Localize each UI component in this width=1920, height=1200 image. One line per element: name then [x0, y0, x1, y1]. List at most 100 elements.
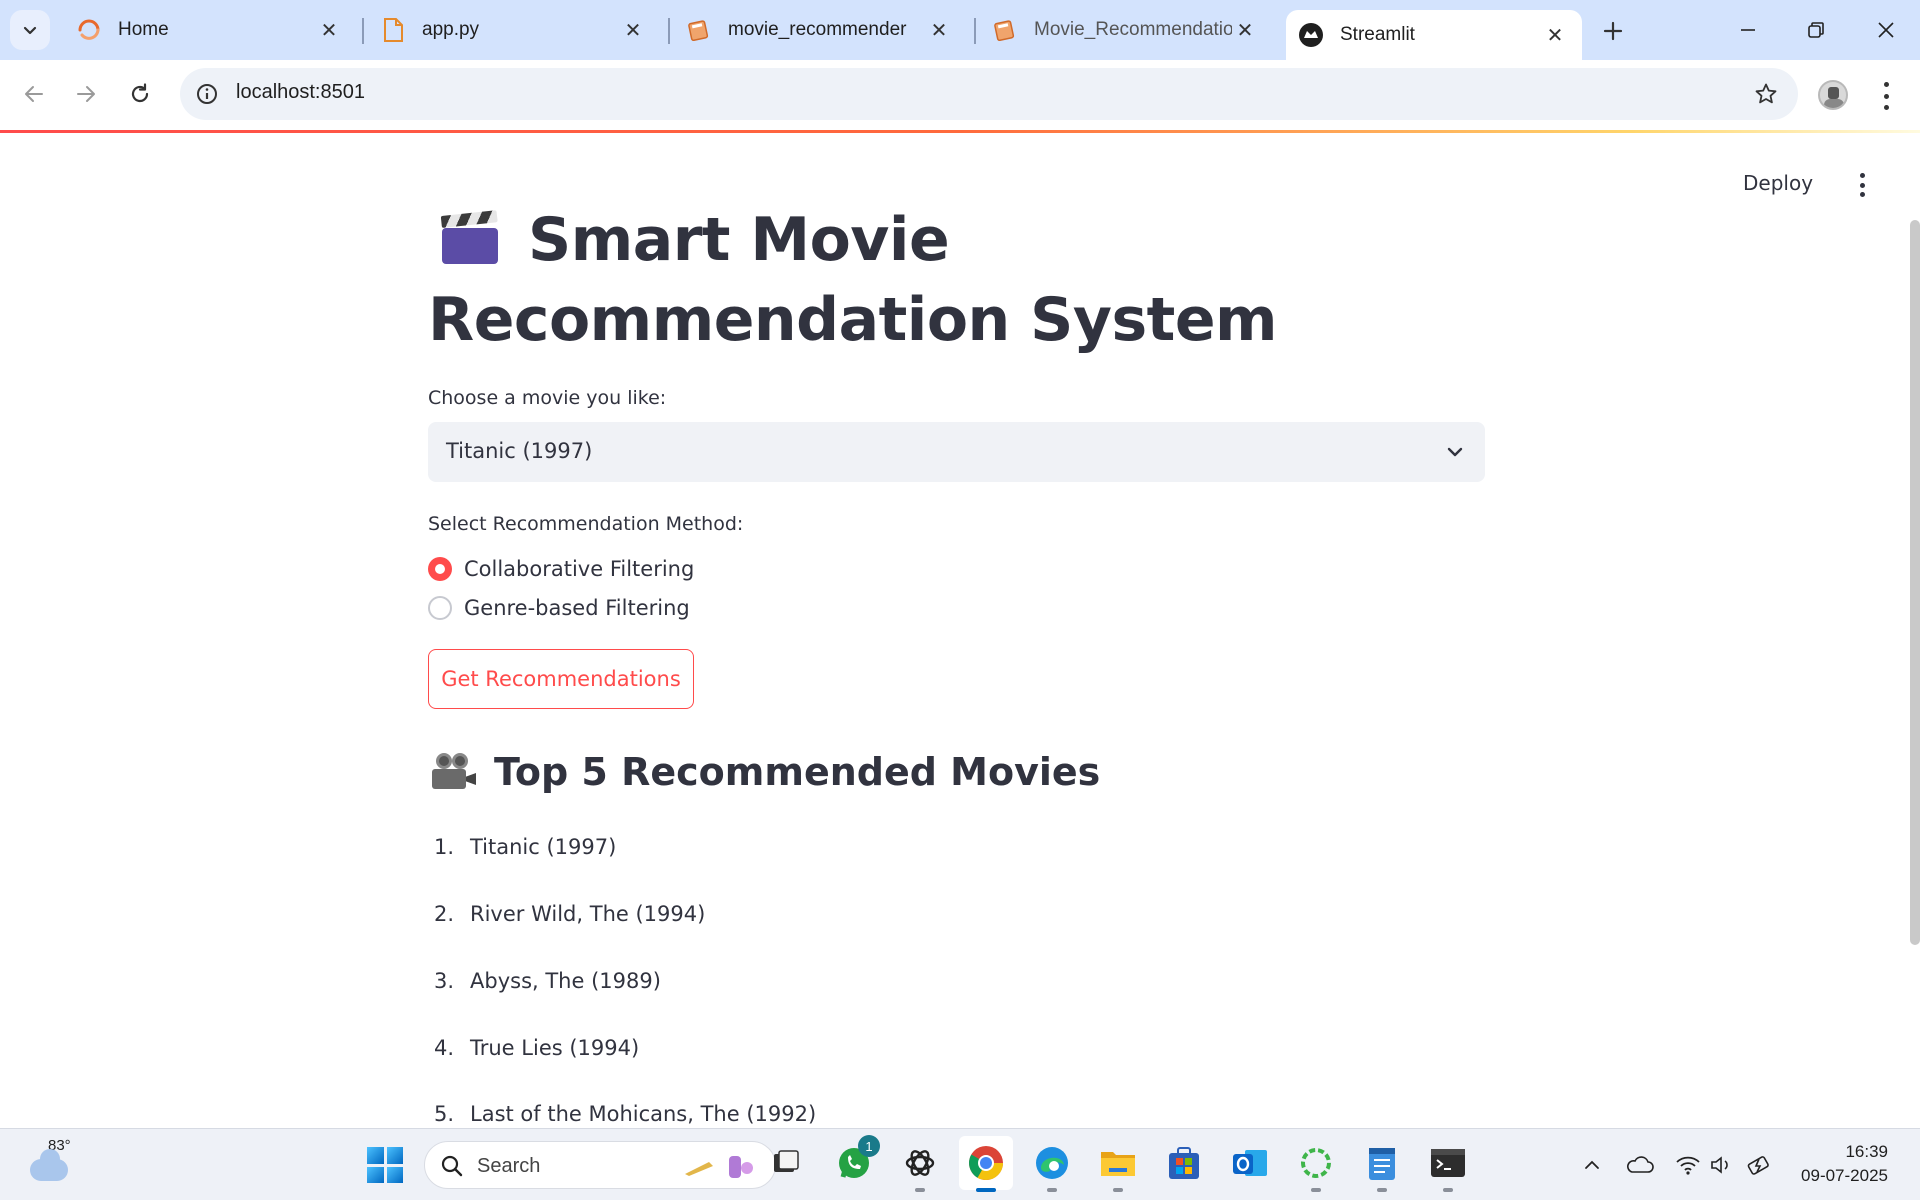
windows-logo-pane [367, 1147, 384, 1164]
list-item: 4. True Lies (1994) [434, 1036, 639, 1060]
system-clock[interactable]: 16:39 09-07-2025 [1786, 1140, 1888, 1188]
list-item-title: Last of the Mohicans, The (1992) [470, 1102, 817, 1126]
running-indicator [1377, 1188, 1387, 1192]
restore-button[interactable] [1794, 8, 1838, 52]
task-view-icon[interactable] [766, 1143, 806, 1183]
list-item-title: River Wild, The (1994) [470, 902, 706, 926]
tab-title: Movie_Recommendation_ [1034, 19, 1232, 40]
outlook-icon[interactable] [1230, 1143, 1270, 1183]
bookmark-star-icon[interactable] [1752, 80, 1780, 108]
profile-avatar[interactable] [1818, 80, 1848, 110]
movie-select[interactable]: Titanic (1997) [428, 422, 1485, 482]
address-bar[interactable]: localhost:8501 [180, 68, 1798, 120]
chevron-down-icon [1443, 440, 1467, 464]
browser-toolbar: localhost:8501 [0, 60, 1920, 130]
film-projector-icon [432, 753, 478, 791]
forward-button[interactable] [66, 74, 106, 114]
list-item: 5. Last of the Mohicans, The (1992) [434, 1102, 816, 1126]
volume-icon[interactable] [1708, 1151, 1736, 1179]
file-explorer-icon[interactable] [1098, 1143, 1138, 1192]
list-item-title: Abyss, The (1989) [470, 969, 661, 993]
close-icon[interactable]: ✕ [926, 17, 952, 43]
page-title-text: Smart Movie Recommendation System [428, 205, 1278, 355]
clapper-board-icon [440, 210, 500, 266]
terminal-icon[interactable] [1428, 1143, 1468, 1192]
tab-streamlit[interactable]: Streamlit ✕ [1286, 10, 1582, 60]
radio-genre-based-filtering[interactable]: Genre-based Filtering [428, 593, 690, 623]
close-icon[interactable]: ✕ [1542, 22, 1568, 48]
app-main-menu-button[interactable] [1854, 173, 1870, 197]
chrome-icon[interactable] [959, 1136, 1013, 1192]
menu-dot [1883, 82, 1889, 87]
tab-separator [974, 18, 976, 44]
running-indicator [1311, 1188, 1321, 1192]
close-icon[interactable]: ✕ [1232, 17, 1258, 43]
tab-app-py[interactable]: app.py ✕ [368, 8, 660, 52]
microsoft-store-icon[interactable] [1164, 1143, 1204, 1183]
taskbar-search[interactable]: Search [424, 1141, 776, 1189]
results-heading: Top 5 Recommended Movies [432, 750, 1100, 794]
running-indicator [1113, 1188, 1123, 1192]
wifi-icon[interactable] [1674, 1151, 1702, 1179]
file-icon [380, 17, 406, 43]
notification-badge: 1 [858, 1135, 880, 1157]
running-indicator [915, 1188, 925, 1192]
menu-dot [1859, 182, 1865, 188]
list-item: 3. Abyss, The (1989) [434, 969, 661, 993]
browser-menu-button[interactable] [1876, 82, 1896, 110]
site-info-icon[interactable] [194, 81, 220, 107]
tab-search-button[interactable] [10, 10, 50, 50]
search-icon [441, 1155, 463, 1177]
arrow-right-icon [77, 86, 95, 102]
avatar-body [1824, 99, 1844, 108]
tab-movie-recommender[interactable]: movie_recommender ✕ [674, 8, 966, 52]
tab-title: Streamlit [1340, 24, 1415, 45]
back-button[interactable] [14, 74, 54, 114]
reload-button[interactable] [120, 74, 160, 114]
new-tab-button[interactable] [1596, 14, 1630, 48]
battery-charging-icon[interactable] [1746, 1151, 1774, 1179]
arrow-left-icon [25, 86, 43, 102]
radio-label: Genre-based Filtering [464, 596, 690, 620]
notebook-icon [992, 17, 1018, 43]
search-highlight-icon [685, 1156, 753, 1178]
weather-widget[interactable]: 83° [26, 1137, 86, 1193]
tab-title: Home [118, 19, 169, 40]
tab-separator [668, 18, 670, 44]
notepad-icon[interactable] [1362, 1143, 1402, 1192]
edge-icon[interactable] [1032, 1143, 1072, 1192]
browser-tab-strip: Home ✕ app.py ✕ movie_recommender ✕ Movi… [0, 0, 1920, 60]
window-close-button[interactable] [1864, 8, 1908, 52]
radio-collaborative-filtering[interactable]: Collaborative Filtering [428, 554, 694, 584]
clock-time: 16:39 [1845, 1142, 1888, 1161]
page-scrollbar[interactable] [1910, 220, 1920, 945]
close-icon[interactable]: ✕ [620, 17, 646, 43]
radio-button-selected[interactable] [428, 557, 452, 581]
onedrive-cloud-icon[interactable] [1626, 1151, 1654, 1179]
method-label: Select Recommendation Method: [428, 513, 744, 535]
start-button[interactable] [367, 1147, 403, 1183]
avatar-face [1828, 87, 1839, 99]
list-item-number: 1. [434, 835, 455, 859]
close-icon[interactable]: ✕ [316, 17, 342, 43]
clock-date: 09-07-2025 [1801, 1166, 1888, 1185]
running-indicator [1443, 1188, 1453, 1192]
tab-home[interactable]: Home ✕ [64, 8, 356, 52]
radio-button[interactable] [428, 596, 452, 620]
deploy-button[interactable]: Deploy [1743, 171, 1813, 195]
results-heading-text: Top 5 Recommended Movies [494, 750, 1101, 794]
menu-dot [1859, 192, 1865, 197]
chatgpt-icon[interactable] [900, 1143, 940, 1192]
notebook-icon [686, 17, 712, 43]
get-recommendations-button[interactable]: Get Recommendations [428, 649, 694, 709]
whatsapp-icon[interactable]: 1 [834, 1135, 880, 1183]
taskbar-search-placeholder: Search [477, 1155, 541, 1177]
tab-movie-recommendation[interactable]: Movie_Recommendation_ ✕ [980, 8, 1272, 52]
progress-app-icon[interactable] [1296, 1143, 1336, 1192]
page-title: Smart Movie Recommendation System [428, 200, 1488, 360]
url-text[interactable]: localhost:8501 [236, 81, 365, 104]
chevron-up-icon[interactable] [1578, 1151, 1606, 1179]
menu-dot [1883, 105, 1889, 110]
streamlit-app: Deploy Smart Movie Recommendation System… [0, 133, 1920, 1128]
minimize-button[interactable] [1726, 8, 1770, 52]
